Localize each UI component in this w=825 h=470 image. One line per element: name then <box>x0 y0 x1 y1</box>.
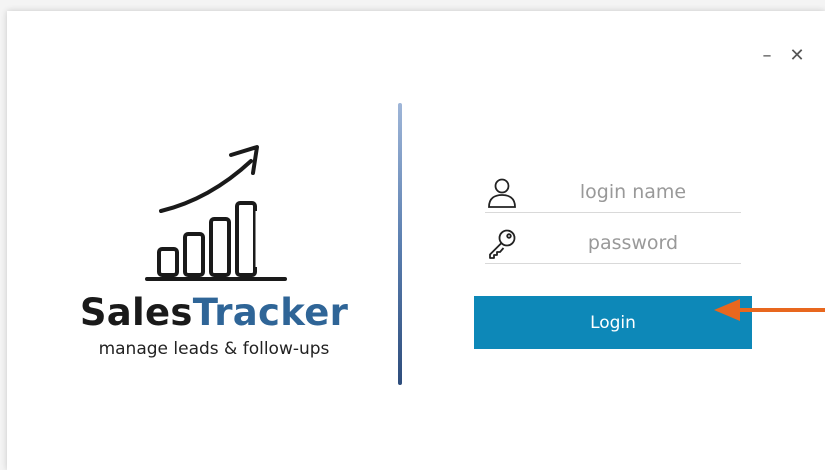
minimize-button[interactable]: – <box>759 47 775 65</box>
annotation-arrow-icon <box>714 299 825 321</box>
key-icon <box>489 229 516 259</box>
username-input[interactable] <box>533 176 733 208</box>
close-button[interactable]: ✕ <box>789 47 805 65</box>
brand-tagline: manage leads & follow-ups <box>98 339 330 359</box>
brand-name: SalesTracker <box>79 291 349 334</box>
brand-name-part1: Sales <box>79 291 193 334</box>
growth-chart-icon <box>145 145 287 281</box>
divider <box>398 103 402 385</box>
password-input[interactable] <box>533 227 733 259</box>
window-controls: – ✕ <box>759 47 805 65</box>
login-window: – ✕ SalesTracker manage leads & follow-u… <box>7 11 825 470</box>
brand-name-part2: Tracker <box>192 291 349 334</box>
user-icon <box>488 178 516 208</box>
username-field <box>485 174 741 213</box>
screen: – ✕ SalesTracker manage leads & follow-u… <box>0 0 825 470</box>
password-field <box>485 225 741 264</box>
